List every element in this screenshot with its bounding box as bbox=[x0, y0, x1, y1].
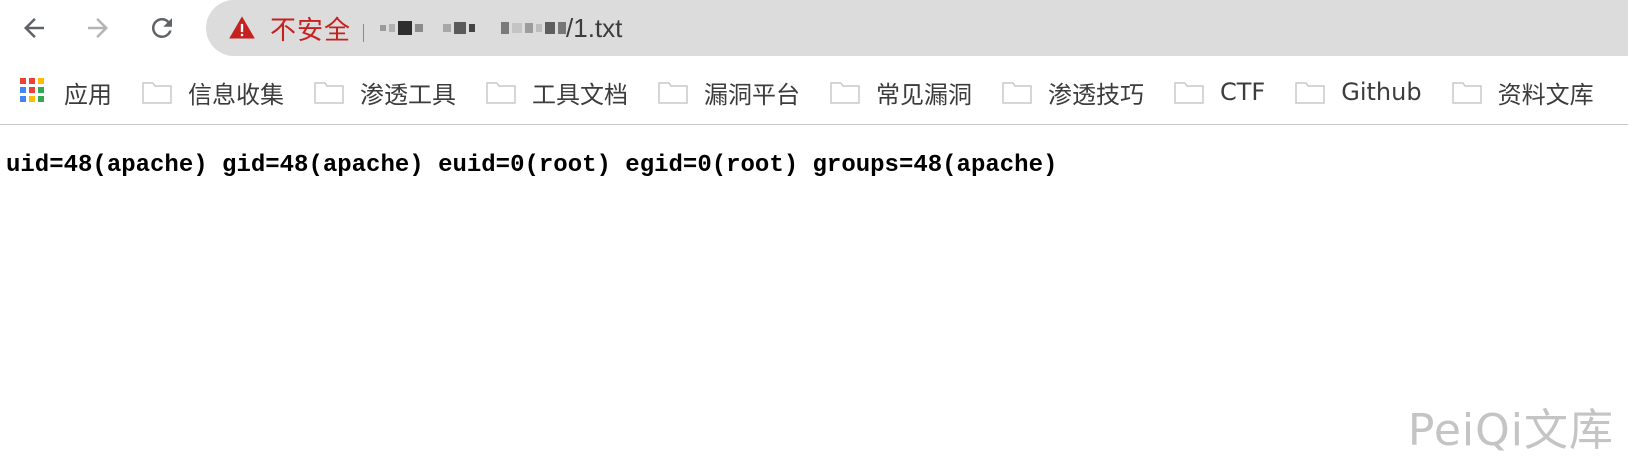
bookmark-label: 渗透技巧 bbox=[1048, 80, 1144, 109]
reload-icon bbox=[151, 17, 172, 38]
url-path[interactable]: /1.txt bbox=[566, 13, 622, 44]
toolbar-divider bbox=[0, 124, 1628, 125]
folder-icon bbox=[1002, 82, 1032, 104]
address-separator bbox=[363, 24, 365, 42]
bookmark-label: 漏洞平台 bbox=[704, 80, 800, 109]
security-status-label[interactable]: 不安全 bbox=[270, 10, 351, 47]
folder-icon bbox=[142, 82, 172, 104]
bookmark-label: 渗透工具 bbox=[360, 80, 456, 109]
back-button[interactable] bbox=[12, 6, 56, 50]
browser-toolbar: 不安全 /1.txt bbox=[0, 0, 1628, 56]
bookmark-label: 应用 bbox=[64, 80, 112, 109]
folder-icon bbox=[1451, 82, 1482, 104]
bookmarks-bar: 应用 信息收集 渗透工具 工具文档 漏洞平台 常见漏洞 渗透技巧 CTF Git… bbox=[0, 64, 1628, 120]
folder-icon bbox=[486, 82, 516, 104]
bookmark-folder[interactable]: 常见漏洞 bbox=[830, 70, 972, 114]
arrow-right-icon bbox=[88, 18, 108, 38]
bookmark-label: CTF bbox=[1220, 78, 1266, 106]
bookmark-label: 常见漏洞 bbox=[876, 80, 972, 109]
bookmark-folder[interactable]: Github bbox=[1295, 70, 1422, 114]
redacted-host bbox=[380, 18, 567, 38]
folder-icon bbox=[1174, 82, 1204, 104]
folder-icon bbox=[658, 82, 688, 104]
forward-button[interactable] bbox=[76, 6, 120, 50]
bookmark-label: 信息收集 bbox=[188, 80, 284, 109]
bookmark-label: Github bbox=[1341, 78, 1422, 106]
page-text: uid=48(apache) gid=48(apache) euid=0(roo… bbox=[6, 152, 1058, 179]
warning-triangle-icon[interactable] bbox=[228, 14, 256, 42]
arrow-left-icon bbox=[24, 18, 44, 38]
bookmark-folder[interactable]: CTF bbox=[1174, 70, 1265, 114]
bookmark-folder[interactable]: 漏洞平台 bbox=[658, 70, 800, 114]
bookmark-folder[interactable]: 资料文库 bbox=[1451, 70, 1594, 114]
bookmark-folder[interactable]: 渗透技巧 bbox=[1002, 70, 1144, 114]
address-bar[interactable]: 不安全 /1.txt bbox=[206, 0, 1628, 56]
bookmark-label: 资料文库 bbox=[1497, 80, 1594, 109]
folder-icon bbox=[1295, 82, 1325, 104]
bookmark-folder[interactable]: 渗透工具 bbox=[314, 70, 456, 114]
watermark: PeiQi文库 bbox=[1407, 405, 1614, 456]
bookmark-label: 工具文档 bbox=[532, 80, 628, 109]
folder-icon bbox=[830, 82, 860, 104]
bookmark-apps[interactable]: 应用 bbox=[0, 70, 112, 114]
bookmark-folder[interactable]: 信息收集 bbox=[142, 70, 284, 114]
folder-icon bbox=[314, 82, 344, 104]
reload-button[interactable] bbox=[140, 6, 184, 50]
bookmark-folder[interactable]: 工具文档 bbox=[486, 70, 628, 114]
apps-grid-icon bbox=[20, 78, 48, 106]
